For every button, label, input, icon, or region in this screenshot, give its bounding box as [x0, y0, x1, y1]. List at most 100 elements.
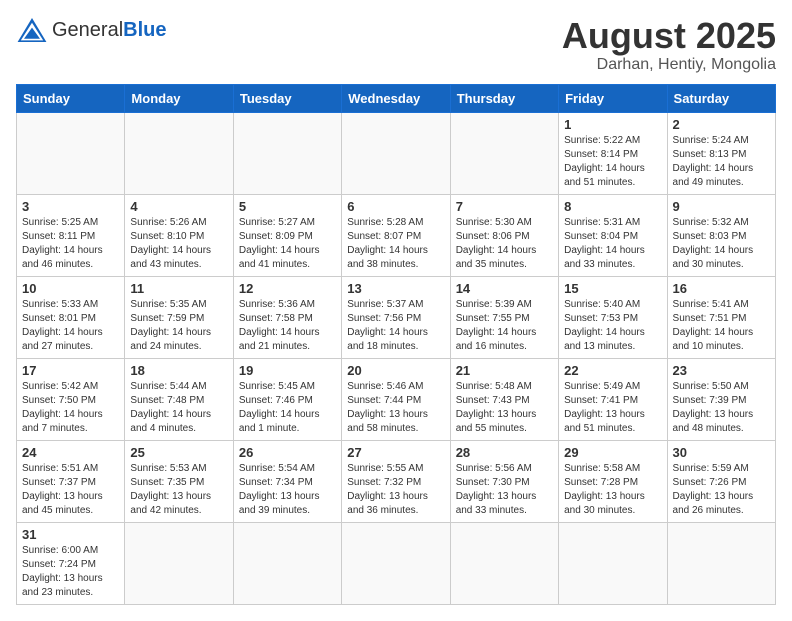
calendar-cell: [342, 522, 450, 604]
calendar-cell: 29 Sunrise: 5:58 AM Sunset: 7:28 PM Dayli…: [559, 440, 667, 522]
day-info: Sunrise: 6:00 AM Sunset: 7:24 PM Dayligh…: [22, 544, 119, 600]
calendar-cell: 1 Sunrise: 5:22 AM Sunset: 8:14 PM Daylig…: [559, 112, 667, 194]
calendar-cell: 19Sunrise: 5:45 AM Sunset: 7:46 PM Dayli…: [233, 358, 341, 440]
day-number: 21: [456, 363, 553, 378]
day-info: Sunrise: 5:49 AM Sunset: 7:41 PM Dayligh…: [564, 380, 661, 436]
day-info: Sunrise: 5:39 AM Sunset: 7:55 PM Dayligh…: [456, 298, 553, 354]
day-info: Sunrise: 5:51 AM Sunset: 7:37 PM Dayligh…: [22, 462, 119, 518]
calendar-week-row: 1 Sunrise: 5:22 AM Sunset: 8:14 PM Daylig…: [17, 112, 776, 194]
calendar-cell: 8 Sunrise: 5:31 AM Sunset: 8:04 PM Daylig…: [559, 194, 667, 276]
logo: GeneralBlue: [16, 16, 167, 44]
day-number: 29: [564, 445, 661, 460]
day-number: 18: [130, 363, 227, 378]
weekday-header-saturday: Saturday: [667, 84, 775, 112]
day-number: 8: [564, 199, 661, 214]
calendar-cell: [17, 112, 125, 194]
calendar-cell: 14 Sunrise: 5:39 AM Sunset: 7:55 PM Dayli…: [450, 276, 558, 358]
day-info: Sunrise: 5:46 AM Sunset: 7:44 PM Dayligh…: [347, 380, 444, 436]
calendar-cell: 7Sunrise: 5:30 AM Sunset: 8:06 PM Daylig…: [450, 194, 558, 276]
calendar-cell: 10Sunrise: 5:33 AM Sunset: 8:01 PM Dayli…: [17, 276, 125, 358]
weekday-header-friday: Friday: [559, 84, 667, 112]
calendar-cell: 16Sunrise: 5:41 AM Sunset: 7:51 PM Dayli…: [667, 276, 775, 358]
calendar-cell: [125, 522, 233, 604]
weekday-header-row: SundayMondayTuesdayWednesdayThursdayFrid…: [17, 84, 776, 112]
day-info: Sunrise: 5:31 AM Sunset: 8:04 PM Dayligh…: [564, 216, 661, 272]
calendar-cell: 20 Sunrise: 5:46 AM Sunset: 7:44 PM Dayli…: [342, 358, 450, 440]
day-info: Sunrise: 5:54 AM Sunset: 7:34 PM Dayligh…: [239, 462, 336, 518]
day-info: Sunrise: 5:42 AM Sunset: 7:50 PM Dayligh…: [22, 380, 119, 436]
calendar-cell: [342, 112, 450, 194]
day-number: 3: [22, 199, 119, 214]
day-number: 28: [456, 445, 553, 460]
calendar-cell: [450, 112, 558, 194]
day-info: Sunrise: 5:58 AM Sunset: 7:28 PM Dayligh…: [564, 462, 661, 518]
weekday-header-wednesday: Wednesday: [342, 84, 450, 112]
day-number: 22: [564, 363, 661, 378]
day-info: Sunrise: 5:22 AM Sunset: 8:14 PM Dayligh…: [564, 134, 661, 190]
day-number: 11: [130, 281, 227, 296]
calendar-cell: 25Sunrise: 5:53 AM Sunset: 7:35 PM Dayli…: [125, 440, 233, 522]
calendar-cell: [125, 112, 233, 194]
day-info: Sunrise: 5:36 AM Sunset: 7:58 PM Dayligh…: [239, 298, 336, 354]
calendar-cell: 27 Sunrise: 5:55 AM Sunset: 7:32 PM Dayli…: [342, 440, 450, 522]
calendar-cell: 31 Sunrise: 6:00 AM Sunset: 7:24 PM Dayli…: [17, 522, 125, 604]
calendar-week-row: 24 Sunrise: 5:51 AM Sunset: 7:37 PM Dayli…: [17, 440, 776, 522]
day-info: Sunrise: 5:37 AM Sunset: 7:56 PM Dayligh…: [347, 298, 444, 354]
day-number: 9: [673, 199, 770, 214]
day-info: Sunrise: 5:35 AM Sunset: 7:59 PM Dayligh…: [130, 298, 227, 354]
day-info: Sunrise: 5:25 AM Sunset: 8:11 PM Dayligh…: [22, 216, 119, 272]
day-info: Sunrise: 5:33 AM Sunset: 8:01 PM Dayligh…: [22, 298, 119, 354]
day-number: 27: [347, 445, 444, 460]
weekday-header-monday: Monday: [125, 84, 233, 112]
day-number: 16: [673, 281, 770, 296]
calendar-cell: 17 Sunrise: 5:42 AM Sunset: 7:50 PM Dayli…: [17, 358, 125, 440]
day-number: 17: [22, 363, 119, 378]
calendar-cell: 5Sunrise: 5:27 AM Sunset: 8:09 PM Daylig…: [233, 194, 341, 276]
calendar-cell: 15 Sunrise: 5:40 AM Sunset: 7:53 PM Dayli…: [559, 276, 667, 358]
calendar-body: 1 Sunrise: 5:22 AM Sunset: 8:14 PM Daylig…: [17, 112, 776, 604]
calendar-table: SundayMondayTuesdayWednesdayThursdayFrid…: [16, 84, 776, 605]
day-number: 24: [22, 445, 119, 460]
day-number: 12: [239, 281, 336, 296]
calendar-title: August 2025: [562, 16, 776, 56]
generalblue-logo-icon: [16, 16, 48, 44]
calendar-cell: 11 Sunrise: 5:35 AM Sunset: 7:59 PM Dayli…: [125, 276, 233, 358]
day-number: 31: [22, 527, 119, 542]
day-info: Sunrise: 5:50 AM Sunset: 7:39 PM Dayligh…: [673, 380, 770, 436]
day-info: Sunrise: 5:40 AM Sunset: 7:53 PM Dayligh…: [564, 298, 661, 354]
calendar-cell: 24 Sunrise: 5:51 AM Sunset: 7:37 PM Dayli…: [17, 440, 125, 522]
calendar-week-row: 17 Sunrise: 5:42 AM Sunset: 7:50 PM Dayli…: [17, 358, 776, 440]
weekday-header-thursday: Thursday: [450, 84, 558, 112]
day-info: Sunrise: 5:56 AM Sunset: 7:30 PM Dayligh…: [456, 462, 553, 518]
calendar-cell: 28 Sunrise: 5:56 AM Sunset: 7:30 PM Dayli…: [450, 440, 558, 522]
calendar-subtitle: Darhan, Hentiy, Mongolia: [562, 56, 776, 74]
calendar-week-row: 3 Sunrise: 5:25 AM Sunset: 8:11 PM Daylig…: [17, 194, 776, 276]
calendar-cell: 3 Sunrise: 5:25 AM Sunset: 8:11 PM Daylig…: [17, 194, 125, 276]
day-number: 20: [347, 363, 444, 378]
calendar-cell: 21Sunrise: 5:48 AM Sunset: 7:43 PM Dayli…: [450, 358, 558, 440]
calendar-cell: 23Sunrise: 5:50 AM Sunset: 7:39 PM Dayli…: [667, 358, 775, 440]
day-number: 1: [564, 117, 661, 132]
weekday-header-sunday: Sunday: [17, 84, 125, 112]
day-info: Sunrise: 5:59 AM Sunset: 7:26 PM Dayligh…: [673, 462, 770, 518]
calendar-cell: 26 Sunrise: 5:54 AM Sunset: 7:34 PM Dayli…: [233, 440, 341, 522]
weekday-header-tuesday: Tuesday: [233, 84, 341, 112]
calendar-cell: 22 Sunrise: 5:49 AM Sunset: 7:41 PM Dayli…: [559, 358, 667, 440]
day-number: 15: [564, 281, 661, 296]
day-info: Sunrise: 5:55 AM Sunset: 7:32 PM Dayligh…: [347, 462, 444, 518]
day-number: 26: [239, 445, 336, 460]
day-number: 14: [456, 281, 553, 296]
calendar-header: SundayMondayTuesdayWednesdayThursdayFrid…: [17, 84, 776, 112]
calendar-cell: 6Sunrise: 5:28 AM Sunset: 8:07 PM Daylig…: [342, 194, 450, 276]
day-number: 19: [239, 363, 336, 378]
logo-text: GeneralBlue: [52, 20, 167, 40]
day-number: 7: [456, 199, 553, 214]
calendar-cell: 2Sunrise: 5:24 AM Sunset: 8:13 PM Daylig…: [667, 112, 775, 194]
calendar-week-row: 31 Sunrise: 6:00 AM Sunset: 7:24 PM Dayli…: [17, 522, 776, 604]
calendar-cell: 12 Sunrise: 5:36 AM Sunset: 7:58 PM Dayli…: [233, 276, 341, 358]
calendar-cell: [233, 112, 341, 194]
day-info: Sunrise: 5:53 AM Sunset: 7:35 PM Dayligh…: [130, 462, 227, 518]
title-block: August 2025 Darhan, Hentiy, Mongolia: [562, 16, 776, 74]
day-info: Sunrise: 5:26 AM Sunset: 8:10 PM Dayligh…: [130, 216, 227, 272]
calendar-cell: 9Sunrise: 5:32 AM Sunset: 8:03 PM Daylig…: [667, 194, 775, 276]
